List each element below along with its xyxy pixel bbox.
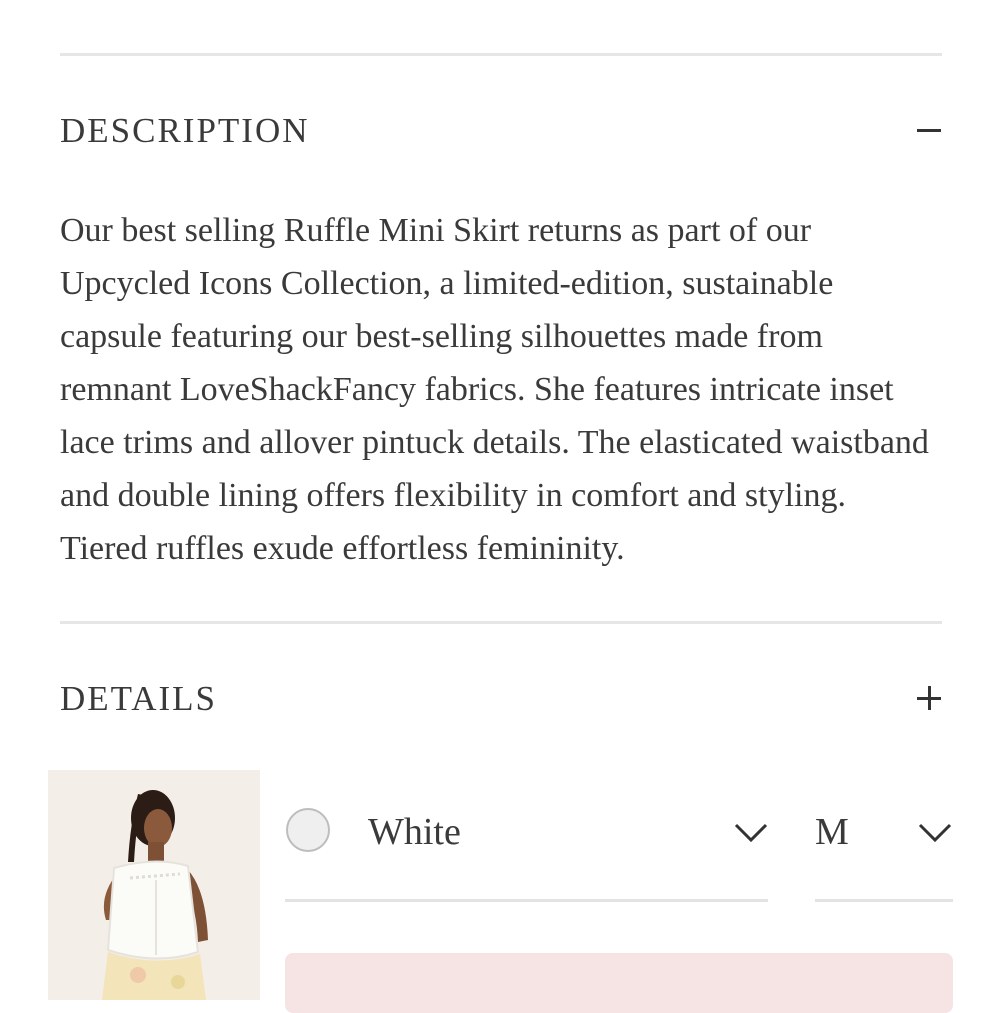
size-select-value[interactable]: M [815, 810, 849, 854]
description-heading[interactable]: DESCRIPTION [60, 113, 310, 148]
color-select-value[interactable]: White [368, 810, 461, 854]
description-text: Our best selling Ruffle Mini Skirt retur… [60, 212, 929, 567]
collapse-description-toggle[interactable] [914, 115, 944, 145]
divider-top [60, 53, 942, 56]
add-to-bag-button[interactable] [285, 953, 953, 1013]
color-swatch[interactable] [286, 808, 330, 852]
color-select-underline [285, 899, 768, 902]
size-select-underline [815, 899, 953, 902]
expand-details-toggle[interactable] [914, 683, 944, 713]
chevron-down-icon[interactable] [733, 822, 769, 844]
chevron-down-icon[interactable] [917, 822, 953, 844]
divider-details [60, 621, 942, 624]
product-thumbnail [48, 770, 260, 1000]
details-heading[interactable]: DETAILS [60, 681, 217, 716]
